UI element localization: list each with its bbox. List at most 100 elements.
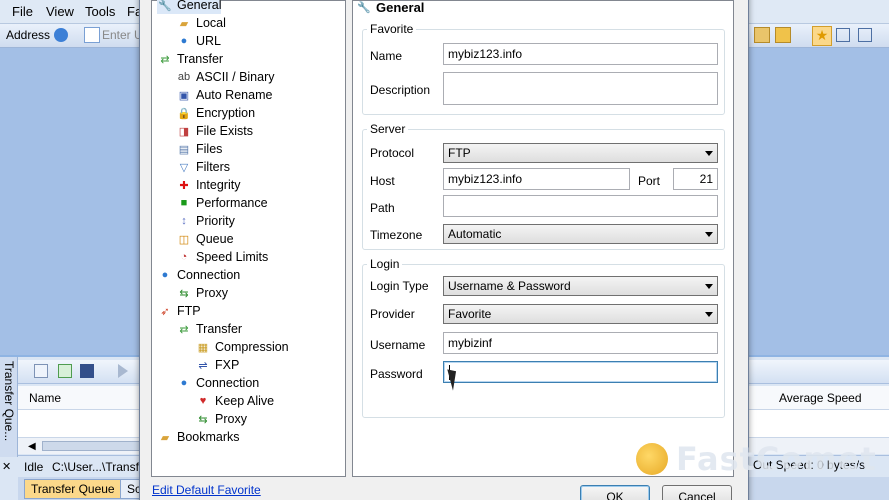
tree-item-proxy[interactable]: ⇆ Proxy	[195, 410, 247, 428]
layout-horizontal-icon[interactable]	[836, 28, 850, 42]
favorite-group-title: Favorite	[367, 22, 417, 36]
column-average-speed[interactable]: Average Speed	[779, 391, 862, 405]
tree-item-label: Transfer	[177, 52, 224, 66]
lock-icon: 🔒	[177, 107, 191, 120]
wrench-icon: 🔧	[158, 0, 172, 12]
username-label: Username	[370, 338, 426, 352]
tree-item-label: Integrity	[196, 178, 241, 192]
transfer-queue-side-tab[interactable]: Transfer Que...	[0, 357, 18, 457]
tree-item-label: General	[177, 0, 222, 12]
description-label: Description	[370, 83, 431, 97]
protocol-select[interactable]: FTP	[443, 143, 718, 163]
folder-icon: ▰	[179, 17, 189, 30]
login-type-select[interactable]: Username & Password	[443, 276, 718, 296]
login-group-title: Login	[367, 257, 403, 271]
tree-item-label: FXP	[215, 358, 240, 372]
tree-item-label: Speed Limits	[196, 250, 269, 264]
tree-item-label: Files	[196, 142, 223, 156]
play-icon[interactable]	[118, 364, 128, 378]
path-field[interactable]	[443, 195, 718, 217]
tree-item-compression[interactable]: ▦ Compression	[195, 338, 289, 356]
tree-item-file-exists[interactable]: ◨ File Exists	[176, 122, 253, 140]
name-field[interactable]: mybiz123.info	[443, 43, 718, 65]
tree-item-label: Priority	[196, 214, 235, 228]
tree-item-speed-limits[interactable]: ◔ Speed Limits	[176, 248, 269, 266]
port-label: Port	[638, 174, 661, 188]
tree-item-url[interactable]: ● URL	[176, 32, 221, 50]
tree-item-fxp[interactable]: ⇌ FXP	[195, 356, 239, 374]
tree-item-ascii-binary[interactable]: ab ASCII / Binary	[176, 68, 275, 86]
column-name[interactable]: Name	[29, 391, 61, 405]
tree-item-queue[interactable]: ◫ Queue	[176, 230, 234, 248]
priority-icon: ↕	[181, 215, 187, 227]
save-icon[interactable]	[80, 364, 94, 378]
tree-item-label: URL	[196, 34, 222, 48]
files-icon: ▤	[178, 143, 190, 156]
scroll-left-icon[interactable]: ◀	[28, 441, 36, 452]
tree-item-filters[interactable]: ▽ Filters	[176, 158, 230, 176]
chevron-down-icon	[705, 232, 713, 237]
compression-icon: ▦	[197, 341, 209, 354]
ok-button[interactable]: OK	[580, 485, 650, 500]
menu-view[interactable]: View	[46, 4, 74, 19]
tree-item-priority[interactable]: ↕ Priority	[176, 212, 235, 230]
tree-item-bookmarks[interactable]: ▰ Bookmarks	[157, 428, 240, 446]
address-input[interactable]: Enter U	[102, 28, 143, 42]
queue-add-icon[interactable]	[58, 364, 72, 378]
tree-item-performance[interactable]: ■ Performance	[176, 194, 268, 212]
globe-icon: ●	[180, 35, 188, 47]
host-field[interactable]: mybiz123.info	[443, 168, 630, 190]
description-field[interactable]	[443, 72, 718, 105]
panel-header: 🔧 General	[356, 0, 424, 15]
toolbar-folder-icon[interactable]	[754, 27, 770, 43]
username-field[interactable]: mybizinf	[443, 332, 718, 354]
address-go-icon[interactable]	[54, 28, 68, 42]
pin-icon[interactable]: ✕	[2, 460, 11, 473]
tab-transfer-queue[interactable]: Transfer Queue	[24, 479, 122, 499]
tree-item-proxy[interactable]: ⇆ Proxy	[176, 284, 228, 302]
layout-vertical-icon[interactable]	[858, 28, 872, 42]
edit-default-favorite-link[interactable]: Edit Default Favorite	[152, 483, 261, 497]
server-group-title: Server	[367, 122, 409, 136]
tree-item-integrity[interactable]: ✚ Integrity	[176, 176, 240, 194]
filter-icon: ▽	[179, 161, 189, 174]
provider-select[interactable]: Favorite	[443, 304, 718, 324]
status-idle: Idle	[24, 460, 44, 474]
tree-item-label: Connection	[177, 268, 241, 282]
tree-item-encryption[interactable]: 🔒 Encryption	[176, 104, 255, 122]
wrench-icon: 🔧	[357, 1, 371, 14]
tree-item-auto-rename[interactable]: ▣ Auto Rename	[176, 86, 273, 104]
provider-value: Favorite	[448, 307, 492, 321]
tree-item-ftp[interactable]: ➶ FTP	[157, 302, 200, 320]
tree-item-keep-alive[interactable]: ♥ Keep Alive	[195, 392, 274, 410]
chevron-down-icon	[705, 151, 713, 156]
protocol-value: FTP	[448, 146, 471, 160]
address-label: Address	[6, 28, 51, 42]
favorite-star-icon[interactable]: ★	[812, 26, 832, 46]
speed-icon: ◔	[180, 251, 188, 263]
toolbar-open-icon[interactable]	[775, 27, 791, 43]
watermark-text: FastComet	[676, 440, 877, 478]
tree-item-transfer[interactable]: ⇄ Transfer	[157, 50, 223, 68]
menu-file[interactable]: File	[12, 4, 33, 19]
timezone-select[interactable]: Automatic	[443, 224, 718, 244]
tree-item-label: Transfer	[196, 322, 243, 336]
folder-icon: ▰	[160, 431, 170, 444]
tree-item-local[interactable]: ▰ Local	[176, 14, 226, 32]
tree-item-transfer[interactable]: ⇄ Transfer	[176, 320, 242, 338]
queue-up-icon[interactable]	[34, 364, 48, 378]
cross-icon: ✚	[179, 179, 189, 192]
tree-item-files[interactable]: ▤ Files	[176, 140, 223, 158]
tree-item-label: Compression	[215, 340, 289, 354]
tree-item-label: Filters	[196, 160, 231, 174]
performance-icon: ■	[180, 197, 188, 209]
tree-item-connection[interactable]: ● Connection	[157, 266, 241, 284]
tree-item-label: Proxy	[215, 412, 247, 426]
cancel-button[interactable]: Cancel	[662, 485, 732, 500]
port-field[interactable]: 21	[673, 168, 718, 190]
tree-item-connection[interactable]: ● Connection	[176, 374, 260, 392]
menu-tools[interactable]: Tools	[85, 4, 115, 19]
status-path: C:\User...\Transf	[52, 460, 139, 474]
password-field[interactable]	[443, 361, 718, 383]
tree-item-general[interactable]: 🔧 General	[157, 0, 222, 14]
